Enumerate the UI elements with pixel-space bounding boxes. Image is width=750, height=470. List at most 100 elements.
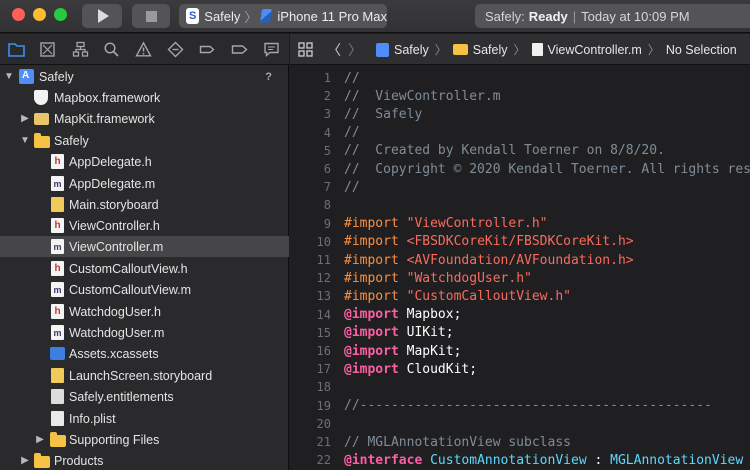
warning-icon[interactable] — [135, 41, 152, 58]
breakpoint-navigator-icon[interactable] — [231, 41, 248, 58]
tree-item-main-storyboard[interactable]: Main.storyboard — [0, 194, 289, 215]
code-line[interactable]: 11 #import <AVFoundation/AVFoundation.h> — [290, 251, 750, 269]
code-line[interactable]: 3 // Safely — [290, 105, 750, 123]
disclosure-closed-icon[interactable]: ▶ — [20, 455, 30, 466]
tree-item-mapkit-framework[interactable]: ▶ MapKit.framework — [0, 108, 289, 129]
disclosure-open-icon[interactable]: ▼ — [4, 71, 14, 82]
tree-project-safely[interactable]: ▼ Safely ? — [0, 66, 289, 87]
tree-item-viewcontroller-h[interactable]: h ViewController.h — [0, 215, 289, 236]
xcode-project-icon — [376, 42, 389, 57]
tree-item-mapbox-framework[interactable]: Mapbox.framework — [0, 87, 289, 108]
header-file-icon: h — [51, 304, 64, 319]
tree-item-customcalloutview-h[interactable]: h CustomCalloutView.h — [0, 258, 289, 279]
disclosure-closed-icon[interactable]: ▶ — [35, 434, 45, 445]
test-navigator-diamond-icon[interactable] — [167, 41, 184, 58]
breadcrumb-symbol[interactable]: No Selection — [666, 43, 737, 57]
code-line[interactable]: 10 #import <FBSDKCoreKit/FBSDKCoreKit.h> — [290, 233, 750, 251]
breadcrumb-project[interactable]: Safely — [376, 42, 429, 57]
entitlements-file-icon — [51, 389, 64, 404]
scheme-selector[interactable]: S Safely 〉 iPhone 11 Pro Max — [179, 4, 387, 28]
code-token: // Copyright © 2020 Kendall Toerner. All… — [344, 161, 750, 177]
tree-item-viewcontroller-m[interactable]: m ViewController.m — [0, 236, 289, 257]
line-number: 5 — [323, 143, 331, 158]
code-token: #import — [344, 252, 407, 268]
line-number: 10 — [316, 234, 331, 249]
code-line[interactable]: 14 @import Mapbox; — [290, 306, 750, 324]
code-line[interactable]: 20 — [290, 415, 750, 433]
code-text: //--------------------------------------… — [344, 398, 712, 413]
code-text: // ViewController.m — [344, 89, 501, 104]
code-line[interactable]: 7 // — [290, 178, 750, 196]
back-arrow-icon[interactable]: 〈 — [327, 40, 341, 60]
code-line[interactable]: 21 // MGLAnnotationView subclass — [290, 433, 750, 451]
zoom-window-button[interactable] — [54, 8, 67, 21]
code-token: #import — [344, 270, 407, 286]
code-line[interactable]: 4 // — [290, 124, 750, 142]
tree-item-appdelegate-m[interactable]: m AppDelegate.m — [0, 173, 289, 194]
tree-item-info-plist[interactable]: Info.plist — [0, 408, 289, 429]
code-line[interactable]: 1 // — [290, 69, 750, 87]
tree-item-customcalloutview-m[interactable]: m CustomCalloutView.m — [0, 279, 289, 300]
code-text: // — [344, 180, 360, 195]
code-line[interactable]: 6 // Copyright © 2020 Kendall Toerner. Al… — [290, 160, 750, 178]
tree-group-products[interactable]: ▶ Products — [0, 450, 289, 470]
stop-button[interactable] — [132, 4, 170, 28]
forward-arrow-icon[interactable]: 〉 — [348, 40, 362, 60]
code-text: @interface CustomAnnotationView : MGLAnn… — [344, 453, 743, 468]
help-icon[interactable]: ? — [265, 71, 272, 83]
line-number: 16 — [316, 344, 331, 358]
header-file-icon: h — [51, 154, 64, 169]
tree-item-launchscreen-storyboard[interactable]: LaunchScreen.storyboard — [0, 365, 289, 386]
report-navigator-icon[interactable] — [263, 41, 280, 58]
line-number: 22 — [316, 453, 331, 468]
code-line[interactable]: 19 //------------------------------------… — [290, 397, 750, 415]
tree-item-watchdoguser-m[interactable]: m WatchdogUser.m — [0, 322, 289, 343]
search-icon[interactable] — [103, 41, 120, 58]
code-line[interactable]: 18 — [290, 378, 750, 396]
project-navigator-tab-icon[interactable] — [8, 41, 25, 58]
minimize-window-button[interactable] — [33, 8, 46, 21]
code-line[interactable]: 22 @interface CustomAnnotationView : MGLA… — [290, 451, 750, 469]
tree-item-appdelegate-h[interactable]: h AppDelegate.h — [0, 151, 289, 172]
code-line[interactable]: 9 #import "ViewController.h" — [290, 215, 750, 233]
code-token: @interface — [344, 452, 423, 468]
project-navigator: ▼ Safely ? Mapbox.framework ▶ MapKit.fra… — [0, 65, 289, 470]
tree-item-watchdoguser-h[interactable]: h WatchdogUser.h — [0, 301, 289, 322]
header-file-icon: h — [51, 261, 64, 276]
symbol-navigator-tab-icon[interactable] — [72, 41, 89, 58]
code-line[interactable]: 12 #import "WatchdogUser.h" — [290, 269, 750, 287]
tree-group-safely[interactable]: ▼ Safely — [0, 130, 289, 151]
debug-navigator-icon[interactable] — [199, 41, 216, 58]
source-control-tab-icon[interactable] — [39, 41, 56, 58]
tree-item-label: Info.plist — [69, 411, 116, 426]
close-window-button[interactable] — [12, 8, 25, 21]
code-line[interactable]: 2 // ViewController.m — [290, 87, 750, 105]
disclosure-open-icon[interactable]: ▼ — [20, 135, 30, 146]
code-line[interactable]: 17 @import CloudKit; — [290, 360, 750, 378]
storyboard-file-icon — [51, 368, 64, 383]
tree-item-label: AppDelegate.m — [69, 176, 156, 191]
window-titlebar: S Safely 〉 iPhone 11 Pro Max Safely: Rea… — [0, 0, 750, 33]
code-text: #import <AVFoundation/AVFoundation.h> — [344, 253, 634, 268]
breadcrumb: Safely 〉 Safely 〉 ViewController.m 〉 No … — [376, 34, 737, 65]
source-editor[interactable]: 1 // 2 // ViewController.m 3 // Safely 4 // 5 // … — [290, 65, 750, 470]
code-token: // — [344, 179, 360, 195]
code-line[interactable]: 8 — [290, 196, 750, 214]
line-number: 3 — [323, 107, 331, 122]
code-line[interactable]: 5 // Created by Kendall Toerner on 8/8/20… — [290, 142, 750, 160]
tree-item-label: MapKit.framework — [54, 111, 155, 126]
breadcrumb-group[interactable]: Safely — [452, 43, 508, 57]
code-line[interactable]: 16 @import MapKit; — [290, 342, 750, 360]
code-line[interactable]: 15 @import UIKit; — [290, 324, 750, 342]
tree-group-supporting-files[interactable]: ▶ Supporting Files — [0, 429, 289, 450]
tree-item-assets-xcassets[interactable]: Assets.xcassets — [0, 343, 289, 364]
code-token: //--------------------------------------… — [344, 398, 712, 414]
breadcrumb-file[interactable]: ViewController.m — [531, 43, 642, 57]
related-items-grid-icon[interactable] — [298, 42, 313, 57]
objc-file-icon: m — [51, 325, 64, 340]
tree-item-safely-entitlements[interactable]: Safely.entitlements — [0, 386, 289, 407]
code-line[interactable]: 13 #import "CustomCalloutView.h" — [290, 287, 750, 305]
code-text: @import UIKit; — [344, 325, 454, 340]
disclosure-closed-icon[interactable]: ▶ — [20, 113, 30, 124]
run-button[interactable] — [82, 4, 122, 28]
